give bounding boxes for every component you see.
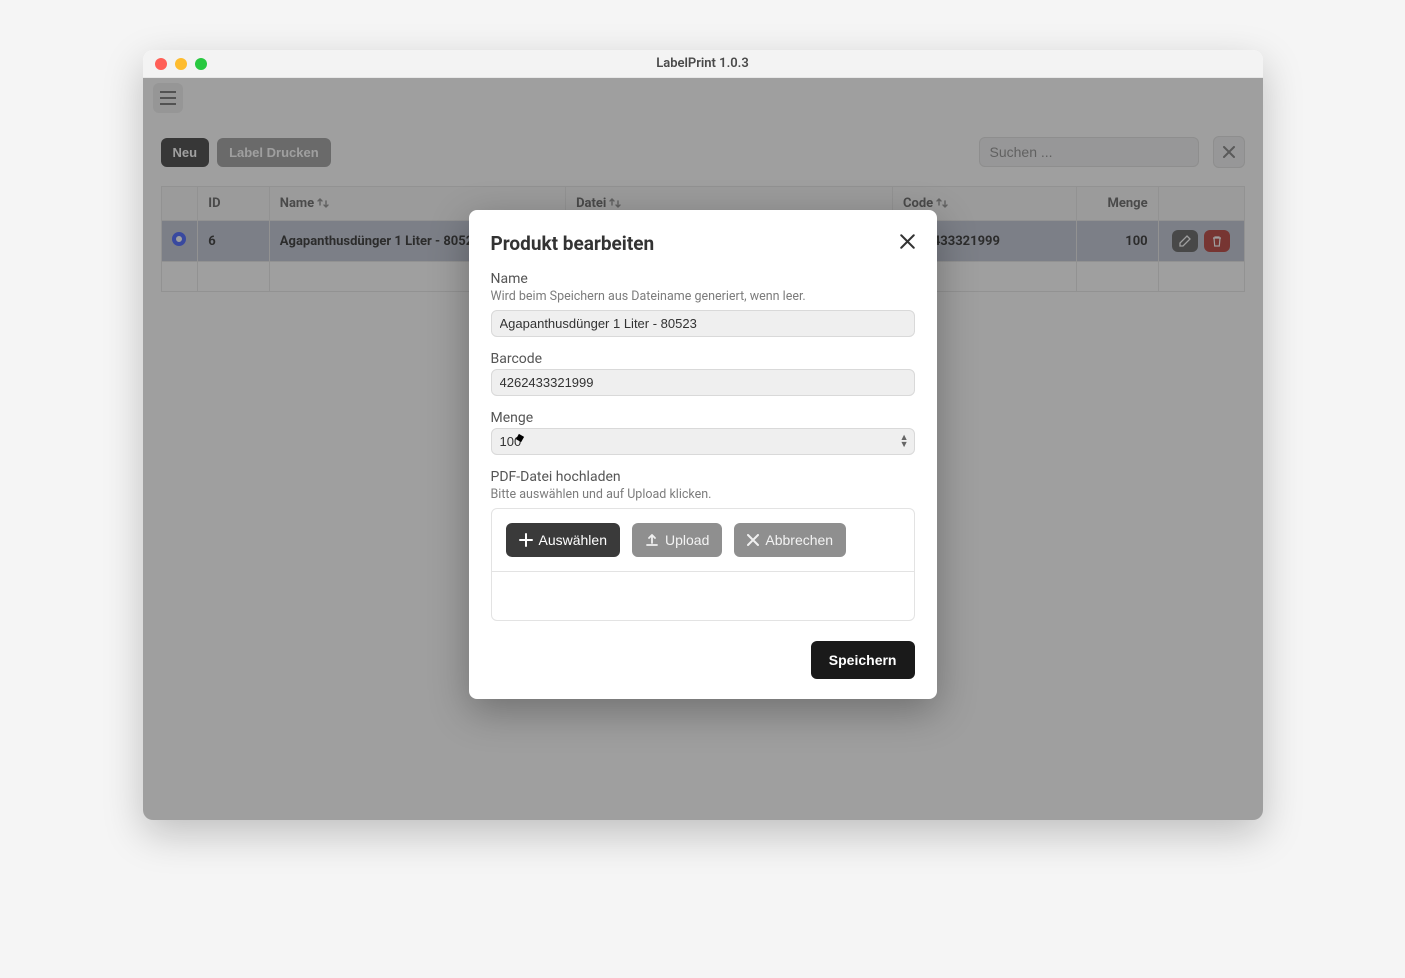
plus-icon <box>519 533 533 547</box>
name-input[interactable] <box>491 310 915 337</box>
upload-dropzone[interactable] <box>492 572 914 620</box>
name-label: Name <box>491 271 915 287</box>
upload-hint: Bitte auswählen und auf Upload klicken. <box>491 487 915 502</box>
app-window: LabelPrint 1.0.3 Neu Label Drucken ID <box>143 50 1263 820</box>
save-button[interactable]: Speichern <box>811 641 915 679</box>
edit-product-modal: Produkt bearbeiten Name Wird beim Speich… <box>469 210 937 699</box>
modal-title: Produkt bearbeiten <box>491 232 655 255</box>
choose-file-label: Auswählen <box>539 532 608 548</box>
upload-box: Auswählen Upload Abbrechen <box>491 508 915 621</box>
upload-label: PDF-Datei hochladen <box>491 469 915 485</box>
cancel-upload-button[interactable]: Abbrechen <box>734 523 846 557</box>
cancel-upload-label: Abbrechen <box>765 532 833 548</box>
window-title: LabelPrint 1.0.3 <box>143 56 1263 71</box>
upload-button-label: Upload <box>665 532 709 548</box>
qty-stepper[interactable]: ▲▼ <box>900 435 909 449</box>
traffic-lights <box>155 58 207 70</box>
qty-input[interactable] <box>491 428 915 455</box>
upload-icon <box>645 533 659 547</box>
barcode-label: Barcode <box>491 351 915 367</box>
choose-file-button[interactable]: Auswählen <box>506 523 621 557</box>
name-hint: Wird beim Speichern aus Dateiname generi… <box>491 289 915 304</box>
x-icon <box>900 234 915 249</box>
close-window-button[interactable] <box>155 58 167 70</box>
qty-label: Menge <box>491 410 915 426</box>
maximize-window-button[interactable] <box>195 58 207 70</box>
minimize-window-button[interactable] <box>175 58 187 70</box>
titlebar: LabelPrint 1.0.3 <box>143 50 1263 78</box>
x-icon <box>747 534 759 546</box>
modal-close-button[interactable] <box>900 234 915 253</box>
upload-button[interactable]: Upload <box>632 523 722 557</box>
barcode-input[interactable] <box>491 369 915 396</box>
